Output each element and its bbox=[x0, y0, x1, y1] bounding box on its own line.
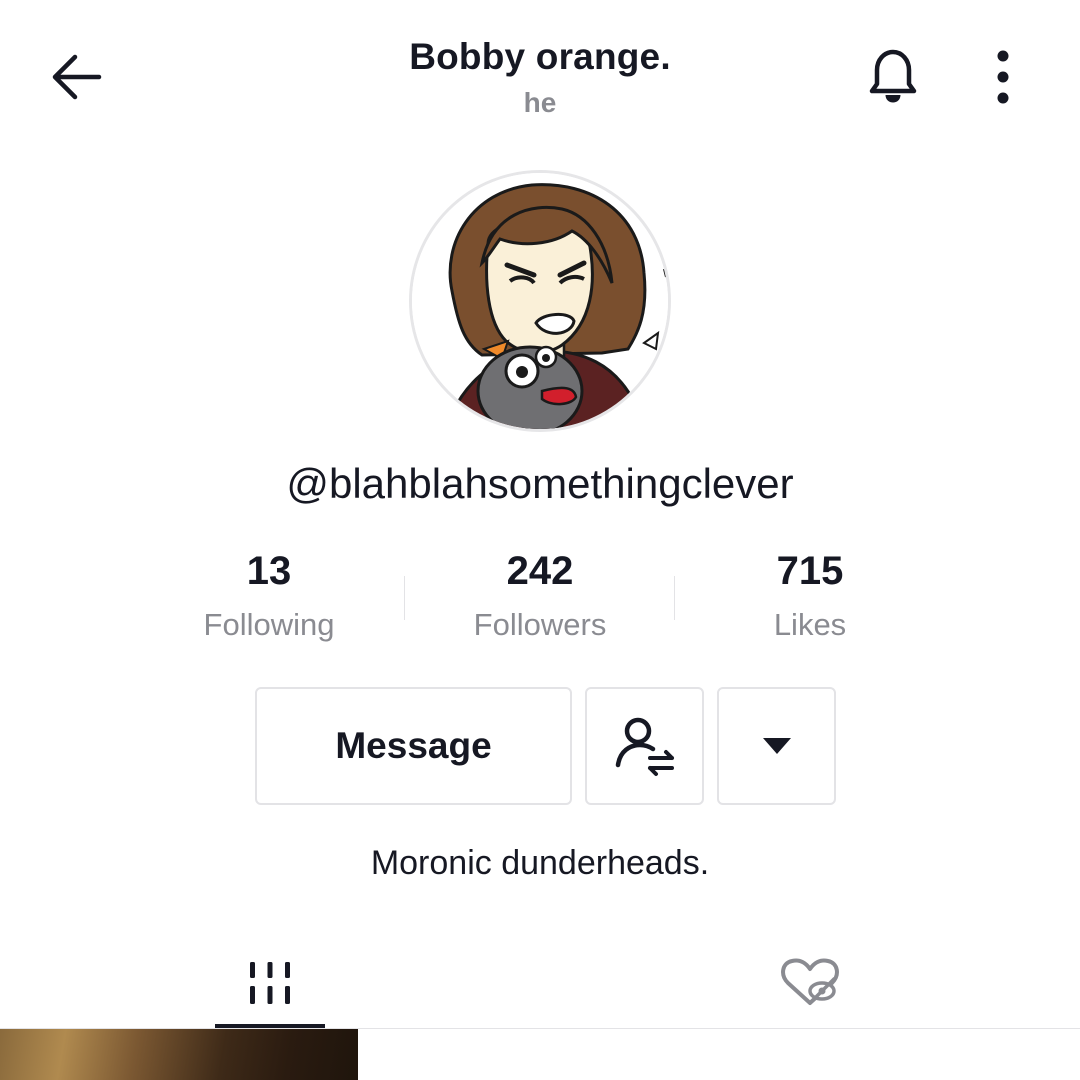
caret-down-icon bbox=[762, 738, 791, 754]
stat-divider bbox=[404, 576, 405, 620]
stat-following[interactable]: 13 Following bbox=[139, 545, 399, 647]
stat-followers-count: 242 bbox=[506, 549, 574, 593]
profile-display-name: Bobby orange. bbox=[409, 36, 671, 77]
notification-button[interactable] bbox=[858, 44, 928, 110]
user-swap-icon bbox=[615, 717, 674, 776]
arrow-left-icon bbox=[52, 54, 102, 100]
more-vertical-icon bbox=[997, 50, 1009, 104]
stat-following-label: Following bbox=[203, 607, 335, 642]
stat-divider bbox=[674, 576, 675, 620]
profile-pronoun: he bbox=[523, 87, 557, 118]
more-options-button[interactable] bbox=[972, 44, 1034, 110]
video-thumbnail[interactable] bbox=[0, 1029, 358, 1080]
stat-likes-count: 715 bbox=[776, 549, 844, 593]
heart-hidden-icon bbox=[781, 958, 839, 1005]
message-button[interactable]: Message bbox=[255, 687, 572, 805]
profile-avatar[interactable] bbox=[409, 170, 671, 432]
stat-followers[interactable]: 242 Followers bbox=[410, 545, 670, 647]
profile-username: @blahblahsomethingclever bbox=[286, 460, 794, 507]
stat-likes[interactable]: 715 Likes bbox=[680, 545, 940, 647]
stat-likes-label: Likes bbox=[773, 607, 847, 642]
tab-videos[interactable] bbox=[215, 938, 325, 1028]
friends-swap-button[interactable] bbox=[585, 687, 704, 805]
avatar-illustration bbox=[412, 173, 668, 429]
profile-bio: Moronic dunderheads. bbox=[370, 844, 710, 882]
tab-liked[interactable] bbox=[755, 938, 865, 1028]
grid-bars-icon bbox=[250, 962, 290, 1004]
header-title-block: Bobby orange. he bbox=[240, 34, 840, 124]
stat-following-count: 13 bbox=[246, 549, 292, 593]
more-actions-dropdown[interactable] bbox=[717, 687, 836, 805]
bell-icon bbox=[869, 49, 917, 103]
stat-followers-label: Followers bbox=[473, 607, 607, 642]
back-button[interactable] bbox=[40, 44, 110, 110]
